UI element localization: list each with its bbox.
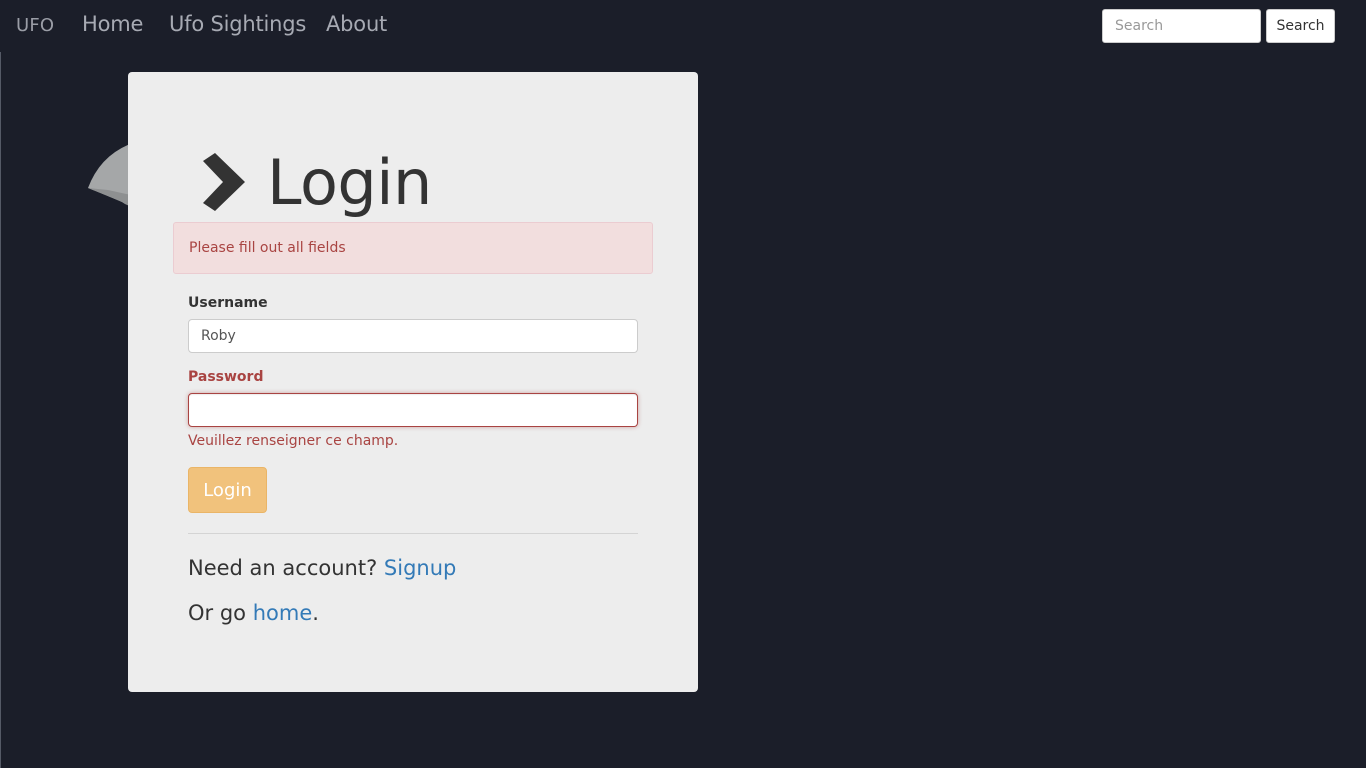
page-edge <box>0 0 1 768</box>
signup-link[interactable]: Signup <box>384 556 456 580</box>
signup-prompt-text: Need an account? <box>188 556 378 580</box>
brand-link[interactable]: UFO <box>16 15 54 36</box>
username-label: Username <box>188 295 268 311</box>
nav-link-home[interactable]: Home <box>82 12 143 36</box>
nav-link-about[interactable]: About <box>326 12 387 36</box>
title-row: Login <box>203 142 432 222</box>
search-button[interactable]: Search <box>1266 9 1335 43</box>
chevron-right-icon <box>203 153 245 211</box>
home-prompt-suffix: . <box>312 601 319 625</box>
password-field[interactable] <box>188 393 638 427</box>
nav-link-ufo-sightings[interactable]: Ufo Sightings <box>169 12 306 36</box>
signup-prompt: Need an account? Signup <box>188 556 456 580</box>
search-input[interactable] <box>1102 9 1261 43</box>
home-link[interactable]: home <box>253 601 313 625</box>
error-alert: Please fill out all fields <box>173 222 653 274</box>
home-prompt-text: Or go <box>188 601 247 625</box>
username-field[interactable] <box>188 319 638 353</box>
home-prompt: Or go home. <box>188 601 319 625</box>
divider <box>188 533 638 534</box>
password-validation-message: Veuillez renseigner ce champ. <box>188 433 399 449</box>
navbar: UFO Home Ufo Sightings About Search <box>0 0 1366 52</box>
login-button[interactable]: Login <box>188 467 267 513</box>
page-title: Login <box>267 145 432 219</box>
password-label: Password <box>188 369 264 385</box>
login-card: Login Please fill out all fields Usernam… <box>128 72 698 692</box>
